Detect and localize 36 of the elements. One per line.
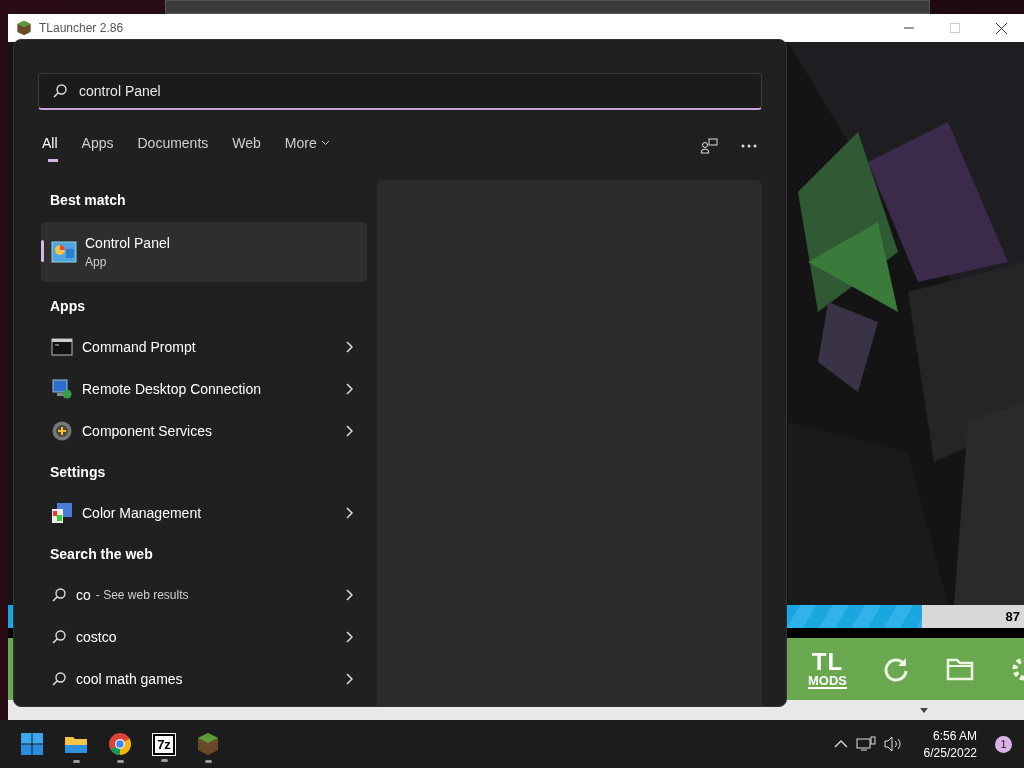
result-hint: - See web results — [95, 588, 189, 602]
result-label: cool math games — [76, 671, 183, 687]
filter-tab[interactable]: Web — [232, 130, 261, 162]
result-item[interactable]: costco — [41, 616, 367, 658]
result-title: Control Panel — [85, 235, 170, 251]
window-title: TLauncher 2.86 — [39, 21, 124, 35]
section-heading: Search the web — [49, 545, 154, 564]
taskbar-app[interactable]: 7z — [144, 723, 184, 765]
archive-app-icon: 7z — [153, 733, 175, 755]
best-match-item[interactable]: Control Panel App — [41, 222, 367, 282]
result-item[interactable]: cool math games — [41, 658, 367, 700]
date-text: 6/25/2022 — [923, 745, 977, 760]
section-heading: Settings — [49, 463, 107, 482]
result-item[interactable]: Remote Desktop Connection — [41, 368, 367, 410]
filter-tab[interactable]: Apps — [81, 130, 114, 162]
section-heading: Apps — [49, 297, 86, 316]
filter-tab[interactable]: Documents — [137, 130, 209, 162]
result-type: App — [85, 255, 108, 269]
filter-tab[interactable]: All — [42, 130, 58, 162]
result-item[interactable]: Component Services — [41, 410, 367, 452]
progress-reading: 87 — [1005, 609, 1020, 624]
search-field[interactable]: control Panel — [38, 73, 762, 110]
notification-badge[interactable]: 1 — [995, 735, 1012, 753]
result-label: Color Management — [82, 505, 202, 521]
filter-tab[interactable]: More — [284, 130, 330, 162]
result-label: Remote Desktop Connection — [82, 381, 261, 397]
result-label: Command Prompt — [82, 339, 196, 355]
result-label: Component Services — [82, 423, 212, 439]
clock[interactable]: 6:56 AM 6/25/2022 — [923, 728, 977, 760]
result-item[interactable]: Color Management — [41, 492, 367, 534]
section-heading: Best match — [49, 191, 127, 210]
result-item[interactable]: co - See web results — [41, 574, 367, 616]
result-label: co — [76, 587, 91, 603]
result-label: costco — [76, 629, 117, 645]
time-text: 6:56 AM — [932, 728, 977, 743]
result-item[interactable]: Command Prompt — [41, 326, 367, 368]
